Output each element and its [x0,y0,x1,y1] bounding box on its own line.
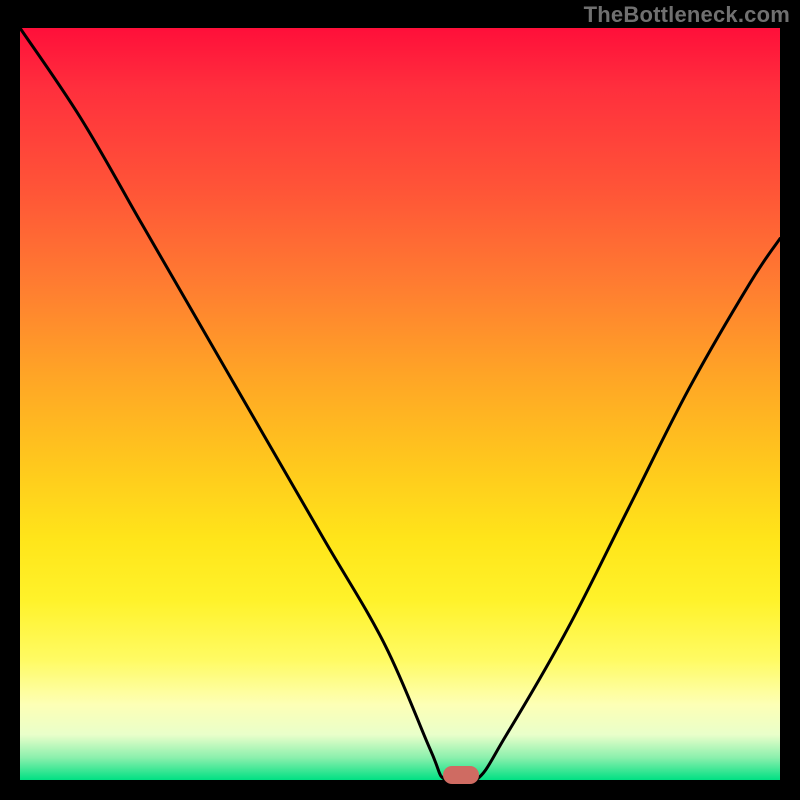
minimum-marker [443,766,479,784]
chart-frame: TheBottleneck.com [0,0,800,800]
bottleneck-curve [20,28,780,780]
curve-path [20,28,780,785]
watermark-text: TheBottleneck.com [584,2,790,28]
plot-area [20,28,780,780]
